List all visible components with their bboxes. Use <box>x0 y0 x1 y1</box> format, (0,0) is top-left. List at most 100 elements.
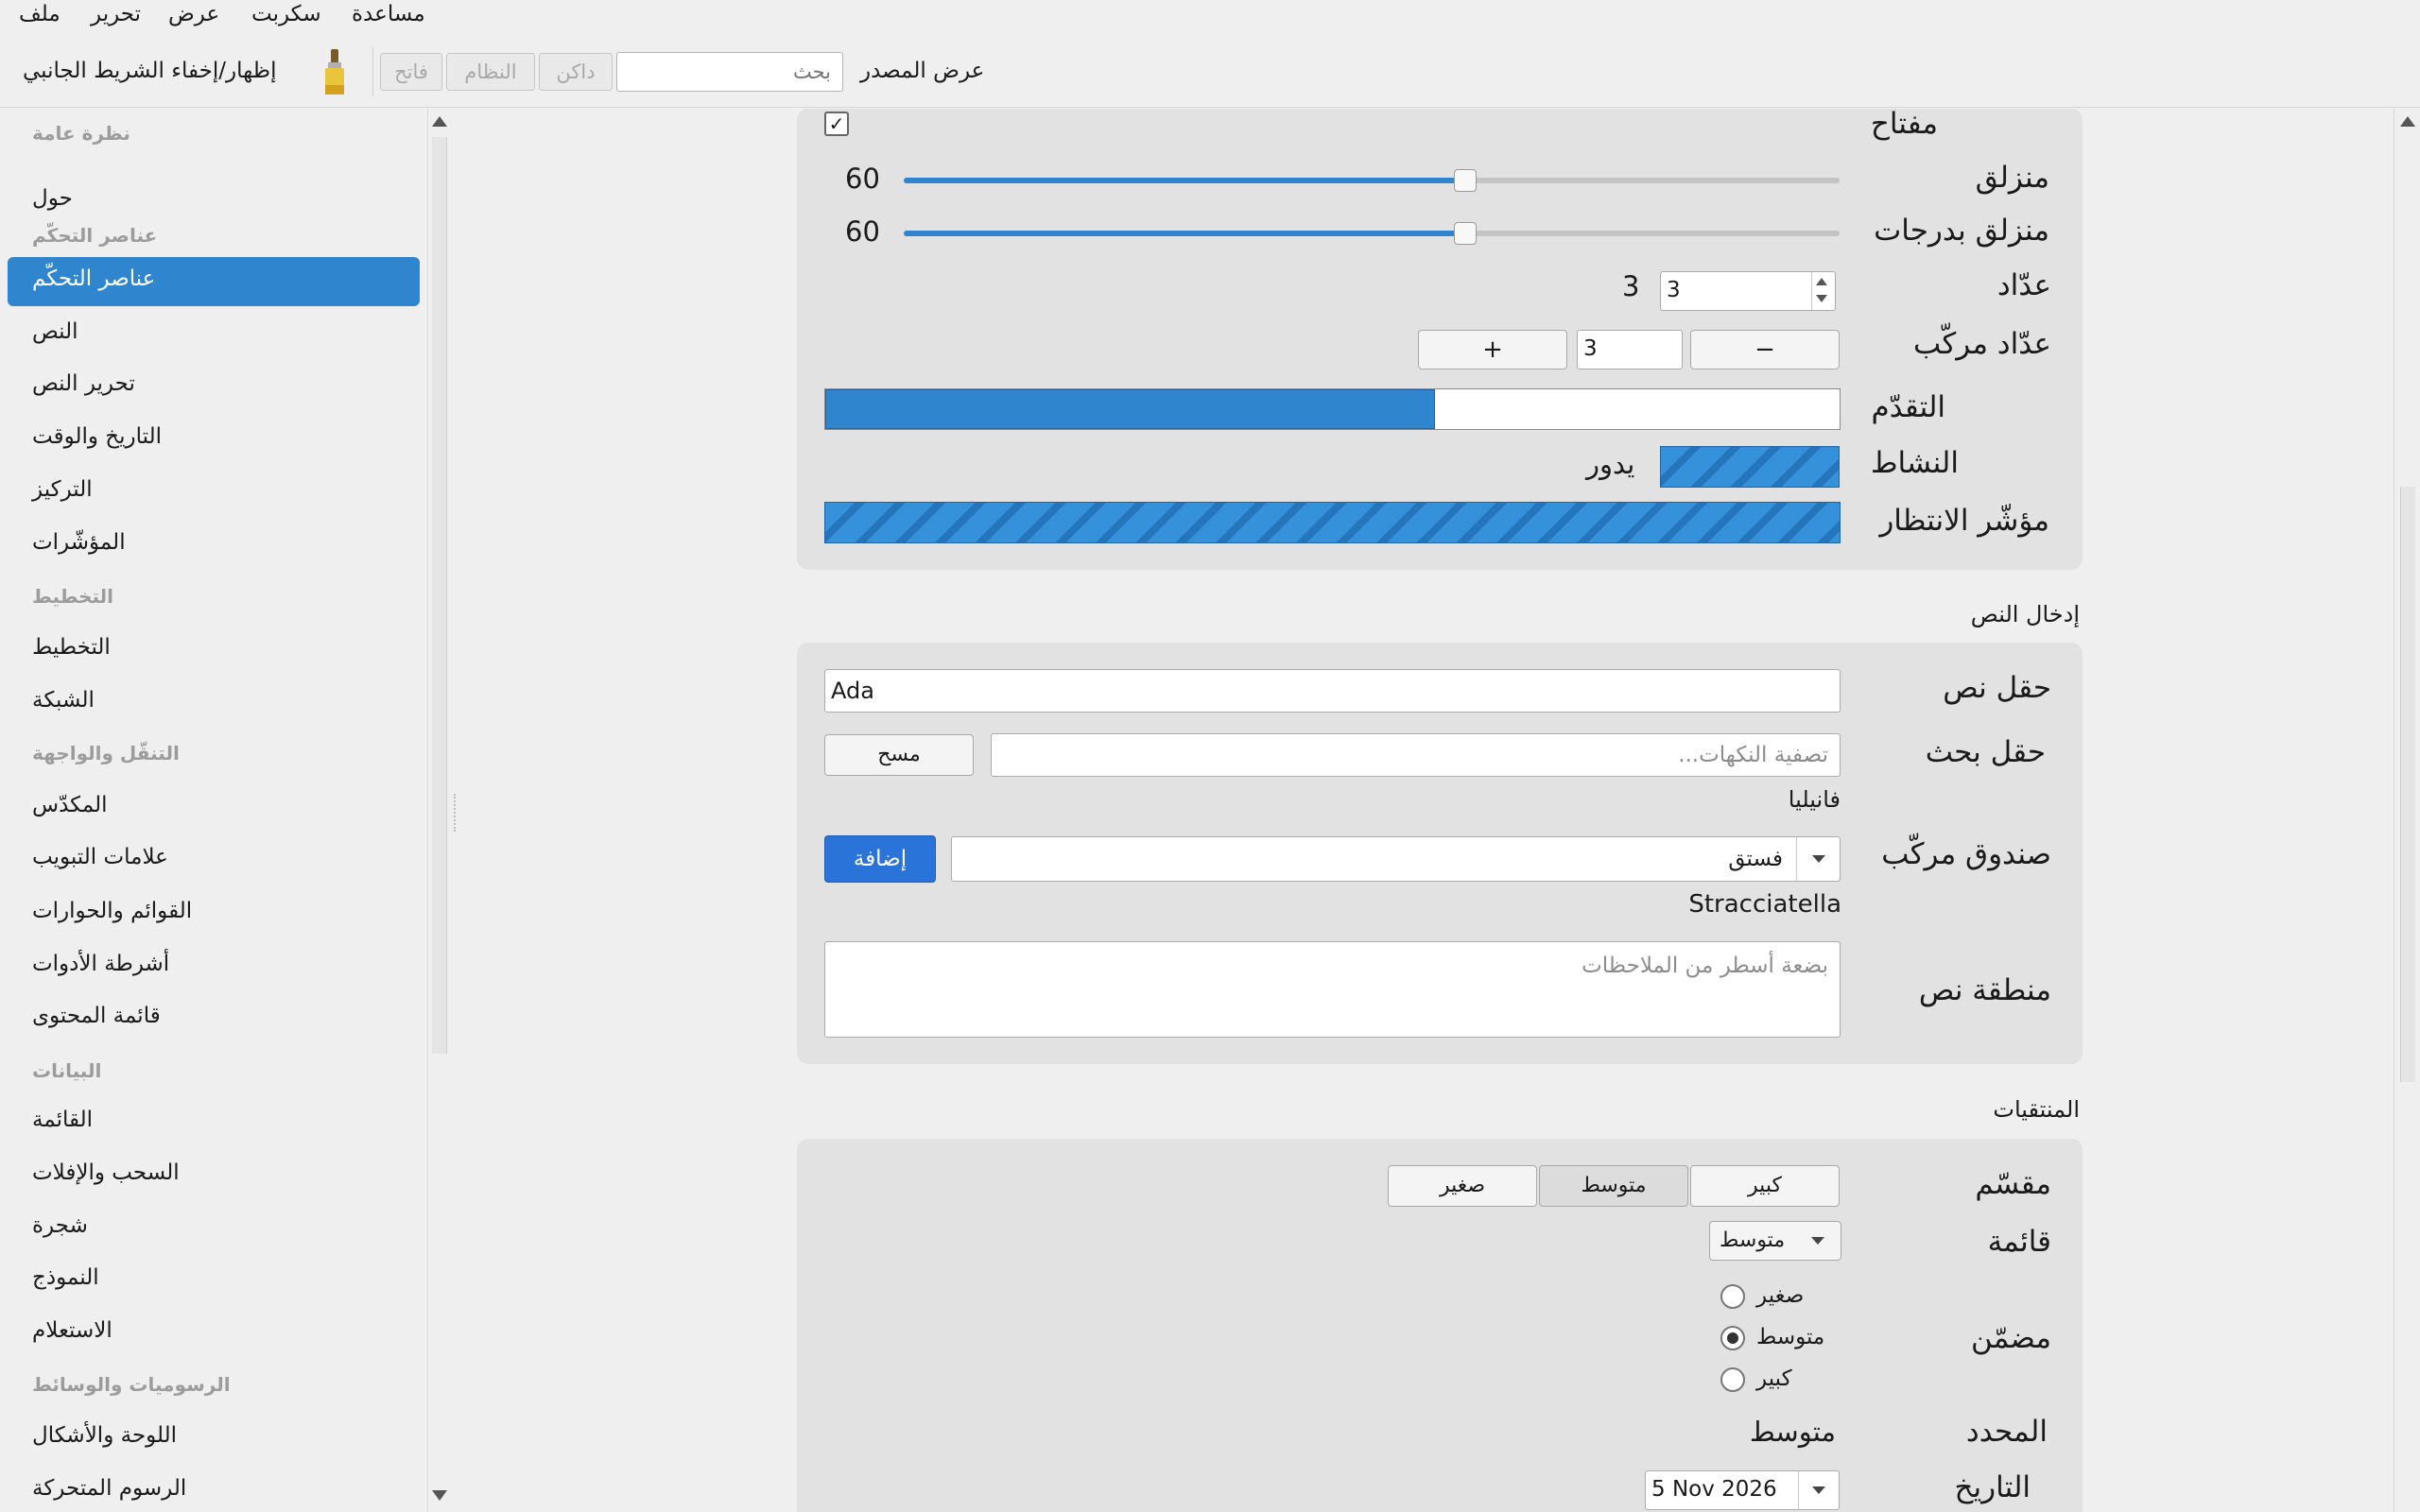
sidebar-item-label: الاستعلام <box>32 1318 112 1343</box>
selected-value: متوسط <box>1749 1416 1836 1448</box>
sidebar-item[interactable]: الرسوم المتحركة <box>8 1467 420 1512</box>
menu-edit[interactable]: تحرير <box>91 2 141 26</box>
system-theme-button[interactable]: النظام <box>446 53 535 91</box>
main-scroll-thumb[interactable] <box>2400 487 2415 1082</box>
step-slider-value: 60 <box>845 215 880 248</box>
radio-button[interactable] <box>1720 1326 1745 1350</box>
sidebar-item-label: تحرير النص <box>32 371 135 396</box>
radio-button[interactable] <box>1720 1284 1745 1309</box>
light-theme-button[interactable]: فاتح <box>380 53 442 91</box>
sidebar-scroll-thumb[interactable] <box>432 137 447 1054</box>
step-slider-handle[interactable] <box>1454 222 1477 245</box>
text-input-section-title: إدخال النص <box>1970 601 2080 627</box>
sidebar-item-label: القائمة <box>32 1108 94 1132</box>
sidebar-item[interactable]: اللوحة والأشكال <box>8 1414 420 1463</box>
sidebar-item[interactable]: شجرة <box>8 1204 420 1253</box>
compound-minus-button[interactable]: − <box>1690 330 1840 369</box>
slider-value: 60 <box>845 163 880 195</box>
sidebar-item-label: المكدّس <box>32 793 108 817</box>
switch-checkbox[interactable]: ✓ <box>824 112 849 136</box>
spin-readout: 3 <box>1622 270 1640 302</box>
sidebar-item-label: حول <box>32 186 73 211</box>
activity-label: النشاط <box>1870 446 1959 480</box>
busy-indicator <box>824 502 1841 543</box>
add-button[interactable]: إضافة <box>824 835 936 883</box>
menu-script[interactable]: سكربت <box>251 2 321 26</box>
scroll-up-icon[interactable] <box>432 116 447 127</box>
sidebar-item[interactable]: المؤشّرات <box>8 521 420 570</box>
combo-dropdown-button[interactable] <box>1796 837 1840 881</box>
sidebar-item[interactable]: التاريخ والوقت <box>8 415 420 464</box>
compound-spin-input[interactable]: 3 <box>1577 330 1683 369</box>
sidebar-item[interactable]: الاستعلام <box>8 1309 420 1358</box>
calendar-chevron-icon <box>1812 1486 1825 1494</box>
menu-picker-value: متوسط <box>1720 1228 1786 1252</box>
sidebar-item-label: القوائم والحوارات <box>32 899 193 923</box>
splitter-handle[interactable] <box>454 794 459 832</box>
sidebar-item[interactable]: النموذج <box>8 1256 420 1305</box>
segment-button[interactable]: كبير <box>1690 1165 1840 1207</box>
dark-theme-button[interactable]: داكن <box>539 53 613 91</box>
toolbar-search-input[interactable] <box>616 52 843 92</box>
menu-file[interactable]: ملف <box>19 2 60 26</box>
slider-fill <box>904 178 1465 183</box>
main-scrollbar[interactable] <box>2394 109 2420 1512</box>
sidebar-item[interactable]: المكدّس <box>8 783 420 833</box>
sidebar-item-label: التاريخ والوقت <box>32 424 162 449</box>
sidebar-item[interactable]: عناصر التحكّم <box>8 257 420 306</box>
sidebar-item-label: المؤشّرات <box>32 530 126 555</box>
sidebar-item-label: الرسوميات والوسائط <box>32 1373 231 1396</box>
date-label: التاريخ <box>1954 1470 2031 1504</box>
clear-button[interactable]: مسح <box>824 734 974 776</box>
sidebar-item-label: الرسوم المتحركة <box>32 1476 187 1501</box>
segment-button[interactable]: صغير <box>1388 1165 1537 1207</box>
sidebar-item-label: شجرة <box>32 1213 88 1238</box>
sidebar-section-header: عناصر التحكّم <box>8 213 420 262</box>
search-field[interactable]: تصفية النكهات... <box>991 733 1841 777</box>
sidebar-item[interactable]: التركيز <box>8 468 420 517</box>
main-scroll-up-icon[interactable] <box>2400 116 2415 127</box>
sidebar-item-label: النص <box>32 319 78 344</box>
segment-button[interactable]: متوسط <box>1539 1165 1688 1207</box>
sidebar-item-label: عناصر التحكّم <box>32 224 158 247</box>
sidebar-section-header: الرسوميات والوسائط <box>8 1362 420 1411</box>
step-slider-label: منزلق بدرجات <box>1874 214 2049 248</box>
spin-arrows[interactable] <box>1811 272 1834 310</box>
spin-label: عدّاد <box>1996 268 2051 302</box>
slider-handle[interactable] <box>1454 169 1477 192</box>
text-field[interactable]: Ada <box>824 669 1841 713</box>
brush-icon[interactable] <box>321 49 348 96</box>
date-dropdown-button[interactable] <box>1798 1471 1840 1509</box>
sidebar-item-label: التخطيط <box>32 635 111 660</box>
sidebar-item[interactable]: القوائم والحوارات <box>8 889 420 938</box>
sidebar-scrollbar[interactable] <box>427 109 452 1512</box>
radio-button[interactable] <box>1720 1367 1745 1392</box>
menu-view[interactable]: عرض <box>168 2 219 26</box>
busy-label: مؤشّر الانتظار <box>1879 504 2049 538</box>
view-source-button[interactable]: عرض المصدر <box>860 59 984 83</box>
sidebar-item[interactable]: أشرطة الأدوات <box>8 942 420 991</box>
spin-down-icon[interactable] <box>1816 295 1827 302</box>
spin-up-icon[interactable] <box>1816 278 1827 285</box>
slider[interactable] <box>904 169 1840 192</box>
sidebar-item[interactable]: قائمة المحتوى <box>8 994 420 1043</box>
step-slider[interactable] <box>904 222 1840 245</box>
sidebar: نظرة عامة حول عناصر التحكّم عناصر التحكّم ال… <box>0 109 427 1512</box>
sidebar-item[interactable]: النص <box>8 310 420 359</box>
sidebar-item[interactable]: السحب والإفلات <box>8 1151 420 1200</box>
sidebar-item[interactable]: التخطيط <box>8 626 420 675</box>
sidebar-item[interactable]: الشبكة <box>8 679 420 728</box>
sidebar-item-label: عناصر التحكّم <box>32 266 156 291</box>
scroll-down-icon[interactable] <box>432 1490 447 1501</box>
text-area-label: منطقة نص <box>1918 973 2051 1007</box>
compound-plus-button[interactable]: + <box>1418 330 1567 369</box>
toggle-sidebar-button[interactable]: إظهار/إخفاء الشريط الجانبي <box>23 59 276 83</box>
spin-input[interactable]: 3 <box>1660 271 1836 311</box>
combo-box[interactable]: فستق <box>951 836 1841 882</box>
sidebar-item[interactable]: تحرير النص <box>8 362 420 411</box>
sidebar-item-label: نظرة عامة <box>32 122 130 145</box>
sidebar-item[interactable]: القائمة <box>8 1098 420 1147</box>
menu-help[interactable]: مساعدة <box>352 2 425 26</box>
sidebar-item[interactable]: علامات التبويب <box>8 835 420 885</box>
text-area[interactable]: بضعة أسطر من الملاحظات <box>824 941 1841 1038</box>
